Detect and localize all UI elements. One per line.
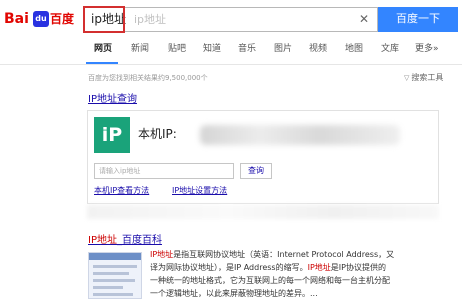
tab-video[interactable]: 视频 (309, 43, 327, 55)
search-input[interactable]: ip地址 ip地址 ✕ (84, 7, 378, 32)
close-icon[interactable]: ✕ (359, 11, 369, 28)
snippet-text: 一个逻辑地址，以此来屏蔽物理地址的差异。... (150, 289, 318, 298)
ip-lookup-card: iP 本机IP: 请输入ip地址 查询 本机IP查看方法 IP地址设置方法 (87, 110, 439, 204)
tab-wenku[interactable]: 文库 (381, 43, 399, 55)
search-tools-button[interactable]: ▽ 搜索工具 (404, 72, 443, 84)
tab-images[interactable]: 图片 (274, 43, 292, 55)
snippet-line: 一种统一的地址格式，它为互联网上的每一个网络和每一台主机分配 (150, 274, 456, 287)
local-ip-value-redacted (200, 125, 400, 145)
baike-snippet: IP地址是指互联网协议地址（英语：Internet Protocol Addre… (150, 248, 456, 299)
snippet-text: 译为网际协议地址），是IP Address的缩写。 (150, 263, 308, 272)
ip-app-icon: iP (94, 117, 130, 153)
tab-map[interactable]: 地图 (345, 43, 363, 55)
tab-music[interactable]: 音乐 (238, 43, 256, 55)
local-ip-howto-link[interactable]: 本机IP查看方法 (94, 185, 149, 196)
local-ip-label: 本机IP: (138, 127, 177, 141)
thumbnail-row (93, 293, 133, 296)
baidu-logo[interactable]: Bai du 百度 (4, 9, 80, 31)
snippet-line: 一个逻辑地址，以此来屏蔽物理地址的差异。... (150, 287, 456, 299)
tabs-divider (0, 64, 462, 65)
filter-icon: ▽ (404, 74, 410, 82)
baike-title-rest: _百度百科 (116, 235, 162, 246)
ip-settings-howto-link[interactable]: IP地址设置方法 (172, 185, 227, 196)
blurred-source-line (87, 205, 439, 219)
tab-more[interactable]: 更多» (415, 43, 439, 55)
baike-result-title[interactable]: IP地址_百度百科 (88, 234, 162, 248)
search-tools-label: 搜索工具 (411, 73, 444, 82)
ip-query-button[interactable]: 查询 (240, 163, 272, 179)
thumbnail-row (93, 265, 137, 268)
snippet-em: IP地址 (150, 250, 174, 259)
logo-bai: Bai (4, 11, 29, 27)
snippet-em: IP地址 (307, 263, 331, 272)
thumbnail-row (93, 286, 123, 289)
snippet-line: IP地址是指互联网协议地址（英语：Internet Protocol Addre… (150, 248, 456, 261)
tab-tieba[interactable]: 贴吧 (168, 43, 186, 55)
snippet-line: 译为网际协议地址），是IP Address的缩写。IP地址是IP协议提供的 (150, 261, 456, 274)
ip-result-title[interactable]: IP地址查询 (88, 93, 137, 107)
ip-query-input[interactable]: 请输入ip地址 (94, 163, 234, 179)
thumbnail-row (93, 272, 129, 275)
ip-title-em: IP地址 (88, 94, 117, 105)
result-count: 百度为您找到相关结果约9,500,000个 (88, 74, 208, 82)
thumbnail-row (93, 279, 135, 282)
tab-news[interactable]: 新闻 (131, 43, 149, 55)
thumbnail-titlebar (89, 253, 141, 260)
search-ghost-suggestion: ip地址 (134, 13, 167, 26)
baike-title-em: IP地址 (88, 235, 117, 246)
tab-zhidao[interactable]: 知道 (203, 43, 221, 55)
tab-web[interactable]: 网页 (94, 43, 112, 55)
search-tabs: 网页 新闻 贴吧 知道 音乐 图片 视频 地图 文库 更多» (84, 39, 462, 64)
baike-thumbnail[interactable] (88, 252, 142, 299)
search-button[interactable]: 百度一下 (378, 7, 458, 32)
ip-query-placeholder: 请输入ip地址 (99, 167, 141, 175)
highlight-annotation-box (83, 6, 125, 33)
ip-title-rest: 查询 (116, 94, 137, 105)
logo-paw-icon: du (33, 11, 49, 27)
snippet-text: 是指互联网协议地址（英语：Internet Protocol Address，又 (173, 250, 395, 259)
snippet-text: 一种统一的地址格式，它为互联网上的每一个网络和每一台主机分配 (150, 276, 390, 285)
snippet-text: 是IP协议提供的 (330, 263, 386, 272)
logo-word: 百度 (50, 12, 75, 26)
